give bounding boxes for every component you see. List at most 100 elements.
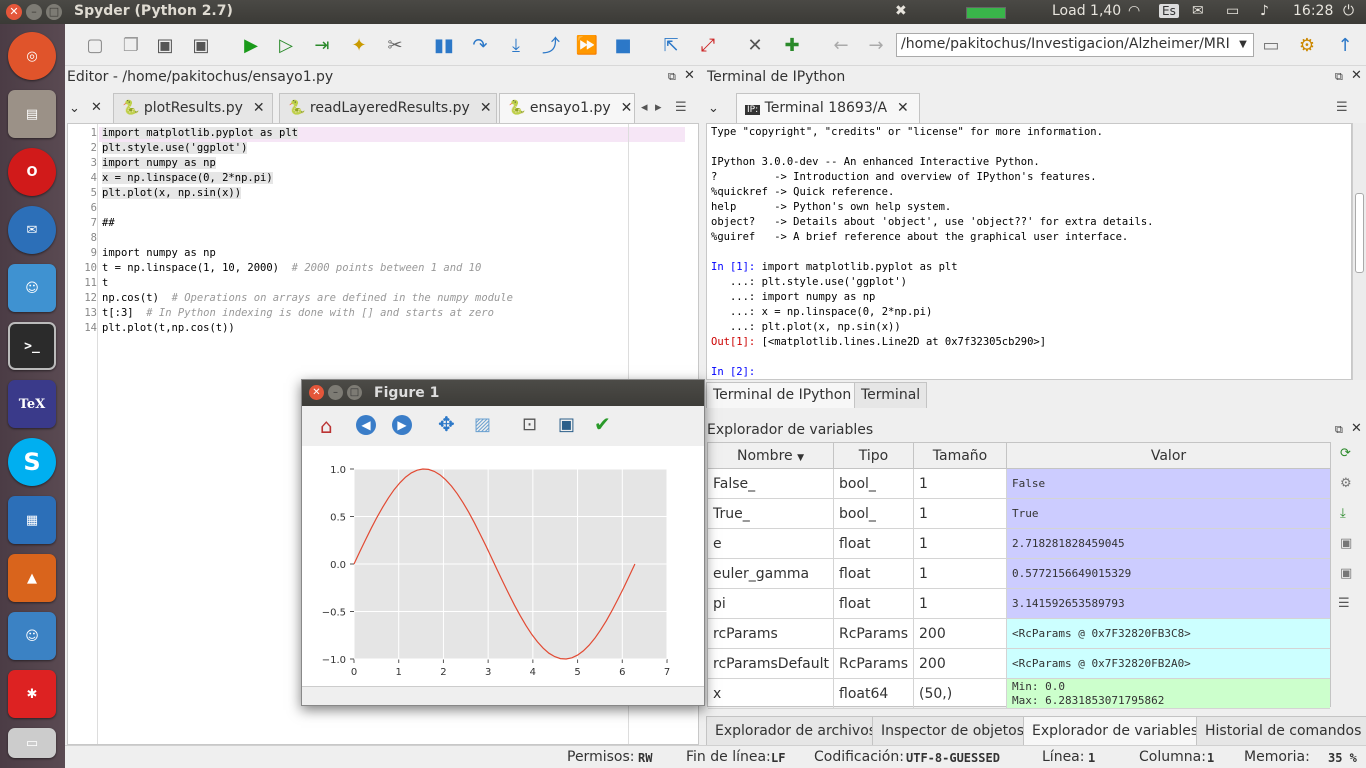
tab-command-history[interactable]: Historial de comandos [1196, 716, 1366, 745]
tab-terminal-18693[interactable]: IP: Terminal 18693/A ✕ [736, 93, 920, 123]
launcher-opera[interactable]: O [8, 148, 56, 196]
refresh-icon[interactable]: ⟳ [1340, 446, 1351, 461]
wifi-icon[interactable]: ◠ [1128, 3, 1140, 19]
tab-ensayo1[interactable]: 🐍 ensayo1.py ✕ [499, 93, 635, 123]
keyboard-layout-indicator[interactable]: Es [1159, 4, 1179, 18]
back-arrow-icon[interactable]: ← [829, 33, 853, 57]
close-pane-icon[interactable]: ✕ [684, 68, 695, 83]
launcher-skype[interactable]: S [8, 438, 56, 486]
zoom-icon[interactable]: ▨ [474, 414, 491, 435]
maximize-pane-icon[interactable]: ⇱ [659, 33, 683, 57]
col-header-valor[interactable]: Valor [1007, 443, 1330, 469]
set-working-dir-icon[interactable]: ⚙ [1295, 33, 1319, 57]
save-data-icon[interactable]: ▣ [1340, 536, 1352, 551]
tab-terminal[interactable]: Terminal [854, 382, 928, 408]
fullscreen-icon[interactable]: ⤢ [696, 33, 720, 57]
tab-object-inspector[interactable]: Inspector de objetos [872, 716, 1034, 745]
close-pane-icon[interactable]: ✕ [1351, 421, 1362, 436]
run-cell-icon[interactable]: ▷ [274, 33, 298, 57]
pythonpath-icon[interactable]: ✚ [780, 33, 804, 57]
close-tab-icon[interactable]: ✕ [621, 100, 633, 116]
minimize-icon[interactable]: – [328, 385, 343, 400]
col-header-nombre[interactable]: Nombre ▼ [708, 443, 834, 469]
customize-icon[interactable]: ✔ [594, 412, 611, 436]
launcher-tex[interactable]: TeX [8, 380, 56, 428]
close-window-button[interactable]: ✕ [6, 4, 22, 20]
download-icon[interactable]: ⤓ [1340, 506, 1346, 521]
launcher-files[interactable]: ▤ [8, 90, 56, 138]
home-icon[interactable]: ⌂ [320, 414, 333, 438]
figure-window[interactable]: ✕ – □ Figure 1 ⌂ ◀ ▶ ✥ ▨ ⊡ ▣ ✔ 0 1 2 3 4 5 6 7 1… [301, 379, 705, 706]
close-icon[interactable]: ✕ [309, 385, 324, 400]
browse-tabs-icon[interactable]: ⌄ [69, 101, 80, 116]
volume-icon[interactable]: ♪ [1260, 3, 1269, 19]
maximize-icon[interactable]: □ [347, 385, 362, 400]
launcher-ubuntu[interactable]: ◎ [8, 32, 56, 80]
dropbox-icon[interactable]: ✖ [895, 3, 907, 19]
launcher-android[interactable]: ☺ [8, 264, 56, 312]
undock-icon[interactable]: ⧉ [1335, 423, 1343, 437]
clock[interactable]: 16:28 [1293, 3, 1333, 19]
power-icon[interactable]: ⏻ [1343, 3, 1354, 19]
tab-ipython-terminal[interactable]: Terminal de IPython [706, 382, 859, 408]
close-tab-icon[interactable]: ✕ [480, 100, 492, 116]
launcher-terminal[interactable]: >_ [8, 322, 56, 370]
preferences-icon[interactable]: ✕ [743, 33, 767, 57]
run-settings-icon[interactable]: ✂ [383, 33, 407, 57]
forward-icon[interactable]: ▶ [392, 415, 412, 435]
launcher-trash[interactable]: ▭ [8, 728, 56, 758]
import-data-icon[interactable]: ⚙ [1340, 476, 1352, 491]
save-icon[interactable]: ▣ [153, 33, 177, 57]
save-figure-icon[interactable]: ▣ [558, 414, 575, 435]
browse-tabs-icon[interactable]: ⌄ [708, 101, 719, 116]
step-icon[interactable]: ↷ [468, 33, 492, 57]
pan-icon[interactable]: ✥ [438, 412, 455, 436]
close-icon[interactable]: ✕ [91, 100, 102, 115]
working-directory-input[interactable]: /home/pakitochus/Investigacion/Alzheimer… [896, 33, 1254, 57]
launcher-chat[interactable]: ☺ [8, 612, 56, 660]
scrollbar-thumb[interactable] [1355, 193, 1364, 273]
launcher-web[interactable]: ✱ [8, 670, 56, 718]
close-tab-icon[interactable]: ✕ [897, 100, 909, 116]
scroll-tabs-left-icon[interactable]: ◂ [641, 100, 648, 115]
subplots-icon[interactable]: ⊡ [522, 414, 537, 435]
save-data-as-icon[interactable]: ▣ [1340, 566, 1352, 581]
terminal-scrollbar[interactable] [1352, 123, 1366, 380]
variable-table[interactable]: Nombre ▼ Tipo Tamaño Valor False_ bool_ 1 F… [707, 442, 1331, 709]
undock-icon[interactable]: ⧉ [668, 70, 676, 84]
tab-variable-explorer[interactable]: Explorador de variables [1023, 716, 1208, 745]
debug-icon[interactable]: ▮▮ [432, 33, 456, 57]
step-return-icon[interactable]: ⤴ [539, 33, 563, 57]
system-monitor-graph[interactable] [966, 7, 1006, 19]
step-into-icon[interactable]: ⤓ [504, 33, 528, 57]
mail-icon[interactable]: ✉ [1192, 3, 1204, 19]
tab-readlayeredresults[interactable]: 🐍 readLayeredResults.py ✕ [279, 93, 497, 123]
stop-debug-icon[interactable]: ■ [611, 33, 635, 57]
run-cell-advance-icon[interactable]: ⇥ [310, 33, 334, 57]
parent-dir-icon[interactable]: ↑ [1333, 33, 1357, 57]
battery-icon[interactable]: ▭ [1226, 3, 1239, 19]
options-menu-icon[interactable]: ☰ [1336, 100, 1348, 115]
figure-titlebar[interactable]: ✕ – □ Figure 1 [302, 380, 704, 406]
ipython-console[interactable]: Type "copyright", "credits" or "license"… [706, 123, 1352, 380]
col-header-tamano[interactable]: Tamaño [914, 443, 1007, 469]
tab-plotresults[interactable]: 🐍 plotResults.py ✕ [113, 93, 273, 123]
launcher-matlab[interactable]: ▲ [8, 554, 56, 602]
minimize-window-button[interactable]: – [26, 4, 42, 20]
maximize-window-button[interactable]: □ [46, 4, 62, 20]
options-menu-icon[interactable]: ☰ [1338, 596, 1350, 611]
save-all-icon[interactable]: ▣ [189, 33, 213, 57]
forward-arrow-icon[interactable]: → [864, 33, 888, 57]
undock-icon[interactable]: ⧉ [1335, 70, 1343, 84]
scroll-tabs-right-icon[interactable]: ▸ [655, 100, 662, 115]
run-icon[interactable]: ▶ [239, 33, 263, 57]
chevron-down-icon[interactable]: ▼ [1233, 34, 1253, 56]
tab-file-explorer[interactable]: Explorador de archivos [706, 716, 886, 745]
continue-icon[interactable]: ⏩ [575, 33, 599, 57]
close-tab-icon[interactable]: ✕ [253, 100, 265, 116]
col-header-tipo[interactable]: Tipo [834, 443, 914, 469]
options-menu-icon[interactable]: ☰ [675, 100, 687, 115]
run-selection-icon[interactable]: ✦ [347, 33, 371, 57]
open-file-icon[interactable]: ❐ [119, 33, 143, 57]
sine-plot[interactable]: 0 1 2 3 4 5 6 7 1.0 0.5 0.0 −0.5 −1.0 [302, 446, 704, 686]
